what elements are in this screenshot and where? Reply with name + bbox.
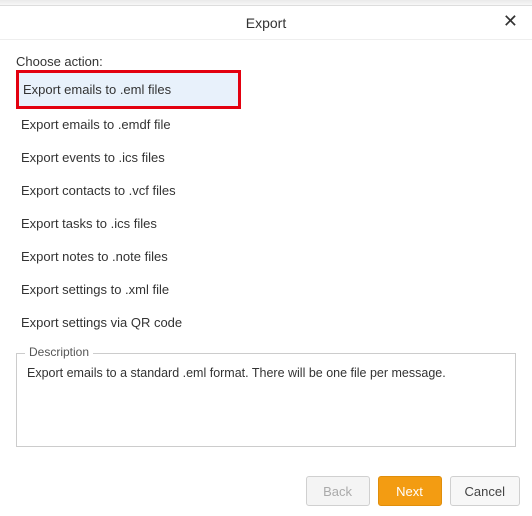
action-item-label: Export settings to .xml file [21,282,169,297]
action-item-label: Export events to .ics files [21,150,165,165]
action-item[interactable]: Export settings via QR code [16,306,516,339]
action-item-label: Export notes to .note files [21,249,168,264]
action-item[interactable]: Export tasks to .ics files [16,207,516,240]
dialog-title: Export [246,15,286,31]
description-group: Description Export emails to a standard … [16,353,516,447]
description-legend: Description [25,345,93,359]
cancel-button[interactable]: Cancel [450,476,520,506]
action-item[interactable]: Export emails to .emdf file [16,108,516,141]
close-icon: ✕ [503,11,518,31]
action-item-label: Export settings via QR code [21,315,182,330]
description-text: Export emails to a standard .eml format.… [27,366,505,380]
next-button[interactable]: Next [378,476,442,506]
dialog-body: Choose action: Export emails to .eml fil… [0,40,532,447]
action-item-label: Export tasks to .ics files [21,216,157,231]
action-item[interactable]: Export settings to .xml file [16,273,516,306]
action-item[interactable]: Export events to .ics files [16,141,516,174]
choose-action-label: Choose action: [16,54,516,69]
action-item-label: Export emails to .emdf file [21,117,171,132]
back-button[interactable]: Back [306,476,370,506]
action-item[interactable]: Export notes to .note files [16,240,516,273]
action-item-label: Export contacts to .vcf files [21,183,176,198]
action-list: Export emails to .eml files Export emails… [16,70,516,339]
dialog-titlebar: Export ✕ [0,6,532,40]
action-item[interactable]: Export contacts to .vcf files [16,174,516,207]
action-item[interactable]: Export emails to .eml files [16,70,241,109]
dialog-footer: Back Next Cancel [306,476,520,506]
close-button[interactable]: ✕ [499,12,522,30]
action-item-label: Export emails to .eml files [23,82,171,97]
